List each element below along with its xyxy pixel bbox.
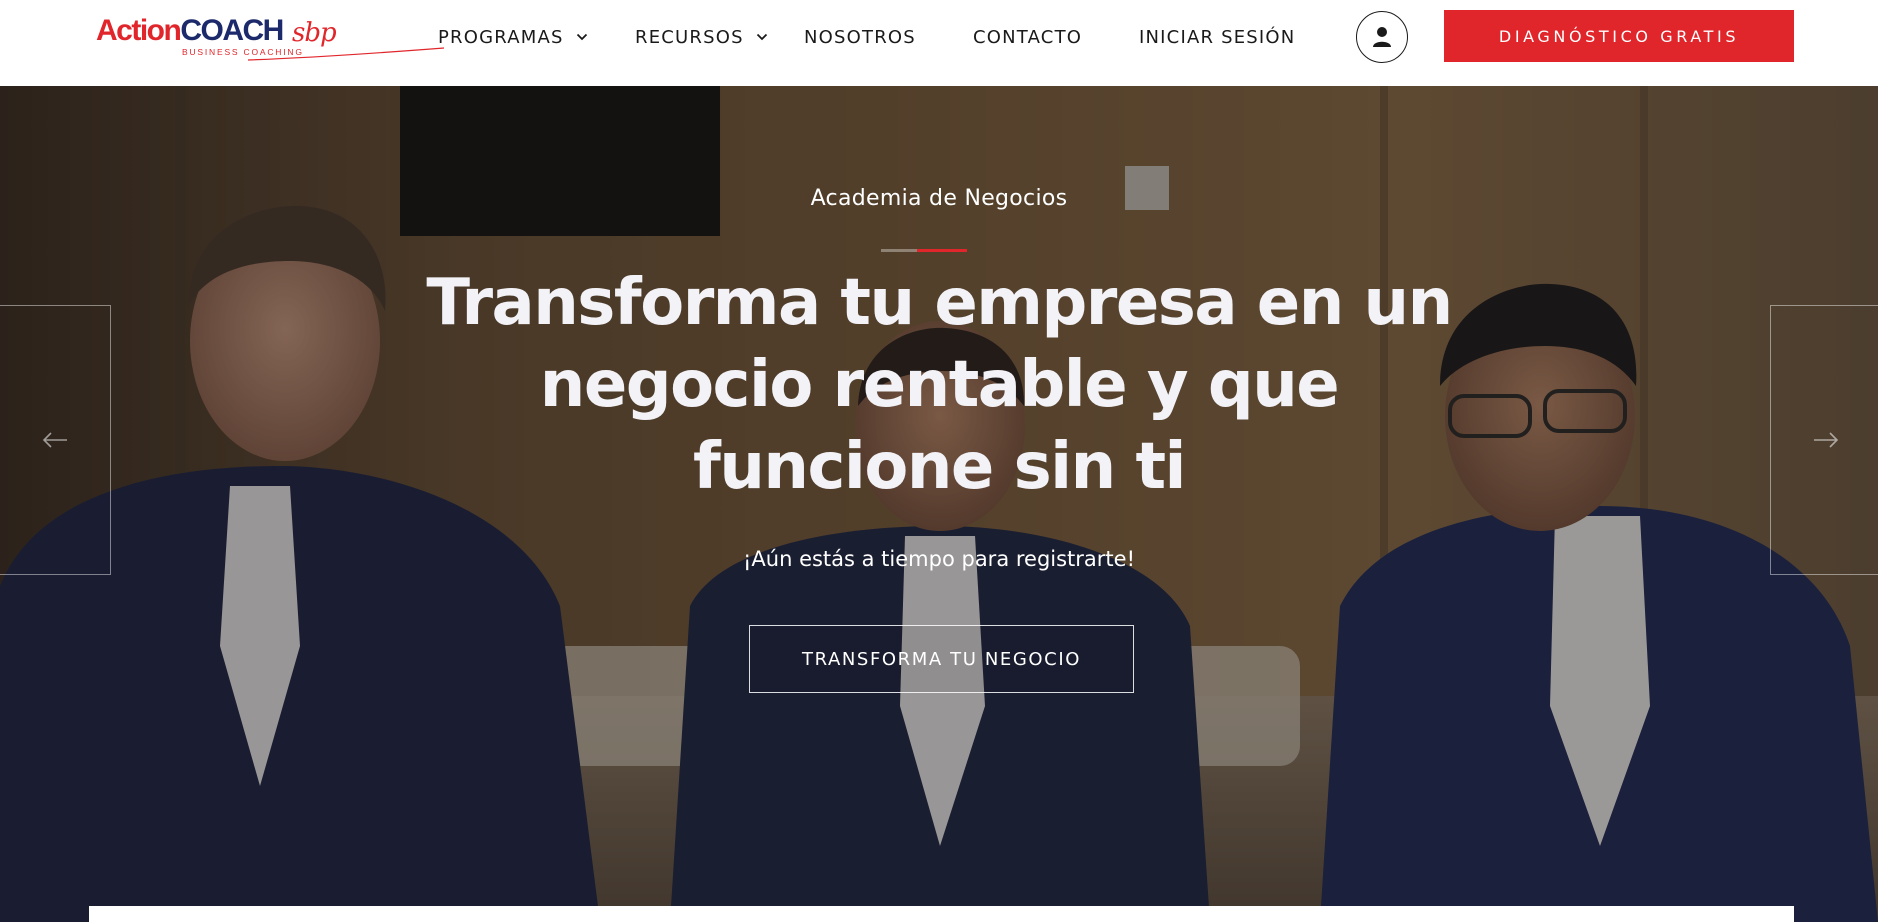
divider-grey-segment xyxy=(881,249,917,252)
transforma-tu-negocio-button[interactable]: TRANSFORMA TU NEGOCIO xyxy=(749,625,1134,693)
nav-iniciar-sesion[interactable]: INICIAR SESIÓN xyxy=(1139,22,1295,52)
slider-prev-button[interactable] xyxy=(0,305,111,575)
arrow-left-icon xyxy=(42,432,67,448)
hero-eyebrow-divider xyxy=(881,249,967,252)
nav-contacto[interactable]: CONTACTO xyxy=(973,22,1082,52)
nav-programas[interactable]: PROGRAMAS xyxy=(438,22,588,52)
user-icon xyxy=(1373,27,1391,47)
nav-recursos-label: RECURSOS xyxy=(635,26,744,48)
user-account-button[interactable] xyxy=(1356,11,1408,63)
chevron-down-icon xyxy=(576,31,588,43)
nav-nosotros-label: NOSOTROS xyxy=(804,26,916,48)
hero-headline-line-3: funcione sin ti xyxy=(693,430,1186,504)
chevron-down-icon xyxy=(756,31,768,43)
site-header: ActionCOACH sbp BUSINESS COACHING PROGRA… xyxy=(0,0,1878,86)
hero-headline: Transforma tu empresa en un negocio rent… xyxy=(389,262,1489,508)
hero-headline-line-2: negocio rentable y que xyxy=(539,348,1340,422)
hero-headline-line-1: Transforma tu empresa en un xyxy=(426,266,1453,340)
nav-contacto-label: CONTACTO xyxy=(973,26,1083,48)
diagnostico-gratis-button[interactable]: DIAGNÓSTICO GRATIS xyxy=(1444,10,1794,62)
divider-red-segment xyxy=(917,249,967,252)
nav-programas-label: PROGRAMAS xyxy=(438,26,564,48)
slider-next-button[interactable] xyxy=(1770,305,1878,575)
hero-eyebrow: Academia de Negocios xyxy=(810,186,1068,211)
nav-recursos[interactable]: RECURSOS xyxy=(635,22,768,52)
hero-subline: ¡Aún estás a tiempo para registrarte! xyxy=(742,547,1136,571)
hero-slider: Academia de Negocios Transforma tu empre… xyxy=(0,86,1878,922)
arrow-right-icon xyxy=(1814,432,1839,448)
content-card-top-edge xyxy=(89,906,1794,922)
nav-nosotros[interactable]: NOSOTROS xyxy=(804,22,916,52)
nav-iniciar-sesion-label: INICIAR SESIÓN xyxy=(1139,26,1296,48)
